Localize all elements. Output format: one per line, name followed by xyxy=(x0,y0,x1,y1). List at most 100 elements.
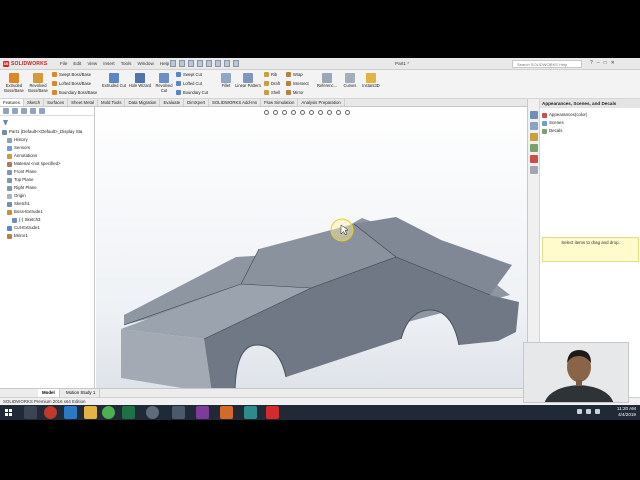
linear-pattern-button[interactable]: Linear Pattern xyxy=(234,73,262,89)
boundary-cut-button[interactable]: Boundary Cut xyxy=(176,89,208,97)
instant3d-button[interactable]: Instant3D xyxy=(358,73,384,89)
solidworks-logo[interactable]: 3S SOLIDWORKS xyxy=(3,60,47,68)
car-body-model[interactable] xyxy=(96,107,527,420)
lofted-cut-button[interactable]: Lofted Cut xyxy=(176,80,202,88)
tab-surfaces[interactable]: Surfaces xyxy=(44,99,69,106)
volume-icon[interactable] xyxy=(586,409,591,414)
solidworks-resources-icon[interactable] xyxy=(530,111,538,119)
task-pane-item[interactable]: Scenes xyxy=(542,119,639,127)
graphics-area[interactable] xyxy=(96,107,527,420)
tab-evaluate[interactable]: Evaluate xyxy=(160,99,185,106)
menu-insert[interactable]: Insert xyxy=(103,61,115,66)
tree-item[interactable]: Right Plane xyxy=(2,184,94,192)
hole-wizard-button[interactable]: Hole Wizard xyxy=(126,73,154,89)
section-view-icon[interactable] xyxy=(291,110,296,115)
tree-item[interactable]: Cut-Extrude1 xyxy=(2,224,94,232)
edit-appearance-icon[interactable] xyxy=(327,110,332,115)
custom-properties-icon[interactable] xyxy=(530,166,538,174)
task-pane-item[interactable]: Decals xyxy=(542,127,639,135)
tab-features[interactable]: Features xyxy=(0,99,24,106)
menu-window[interactable]: Window xyxy=(137,61,153,66)
tab-data-migration[interactable]: Data Migration xyxy=(125,99,161,106)
menu-tools[interactable]: Tools xyxy=(121,61,132,66)
property-manager-icon[interactable] xyxy=(12,108,18,114)
tree-item[interactable]: Boss-Extrude1 xyxy=(2,208,94,216)
view-palette-icon[interactable] xyxy=(530,144,538,152)
solidworks-taskbar-icon[interactable] xyxy=(266,406,279,419)
tree-item[interactable]: Sensors xyxy=(2,144,94,152)
opera-icon[interactable] xyxy=(44,406,57,419)
tree-item[interactable]: Top Plane xyxy=(2,176,94,184)
intersect-button[interactable]: Intersect xyxy=(286,80,309,88)
close-icon[interactable]: ✕ xyxy=(611,60,615,66)
rebuild-icon[interactable] xyxy=(224,60,230,67)
select-icon[interactable] xyxy=(215,60,221,67)
help-icon[interactable]: ? xyxy=(590,60,593,66)
menu-view[interactable]: View xyxy=(87,61,97,66)
display-manager-icon[interactable] xyxy=(39,108,45,114)
hide-show-items-icon[interactable] xyxy=(318,110,323,115)
tree-item[interactable]: (-) Sketch3 xyxy=(2,216,94,224)
tab-analysis-preparation[interactable]: Analysis Preparation xyxy=(298,99,345,106)
swept-cut-button[interactable]: Swept Cut xyxy=(176,71,202,79)
tab-dimxpert[interactable]: DimXpert xyxy=(184,99,210,106)
tab-model[interactable]: Model xyxy=(38,389,60,397)
file-explorer-taskbar-icon[interactable] xyxy=(84,406,97,419)
menu-file[interactable]: File xyxy=(60,61,67,66)
display-style-icon[interactable] xyxy=(309,110,314,115)
zoom-to-fit-icon[interactable] xyxy=(264,110,269,115)
rib-button[interactable]: Rib xyxy=(264,71,277,79)
task-pane-item[interactable]: Appearances(color) xyxy=(542,111,639,119)
onenote-icon[interactable] xyxy=(196,406,209,419)
swept-boss-button[interactable]: Swept Boss/Base xyxy=(52,71,91,79)
boundary-boss-button[interactable]: Boundary Boss/Base xyxy=(52,89,97,97)
dimxpert-manager-icon[interactable] xyxy=(30,108,36,114)
tree-item[interactable]: Front Plane xyxy=(2,168,94,176)
design-library-icon[interactable] xyxy=(530,122,538,130)
app-window-icon[interactable] xyxy=(172,406,185,419)
view-settings-icon[interactable] xyxy=(345,110,350,115)
revolved-boss-button[interactable]: Revolved Boss/Base xyxy=(26,73,50,93)
view-orientation-icon[interactable] xyxy=(300,110,305,115)
tree-item[interactable]: History xyxy=(2,136,94,144)
tab-flow-simulation[interactable]: Flow Simulation xyxy=(261,99,299,106)
excel-icon[interactable] xyxy=(122,406,135,419)
undo-icon[interactable] xyxy=(206,60,212,67)
zoom-to-area-icon[interactable] xyxy=(273,110,278,115)
reference-geometry-button[interactable]: Referenc... xyxy=(314,73,340,89)
tab-motion-study[interactable]: Motion Study 1 xyxy=(62,389,101,397)
tree-item[interactable]: Material <not specified> xyxy=(2,160,94,168)
open-icon[interactable] xyxy=(179,60,185,67)
tree-root[interactable]: Part1 (Default<<Default>_Display Sta xyxy=(2,128,94,136)
tree-item[interactable]: Sketch1 xyxy=(2,200,94,208)
previous-view-icon[interactable] xyxy=(282,110,287,115)
tree-item[interactable]: Mirror1 xyxy=(2,232,94,240)
apply-scene-icon[interactable] xyxy=(336,110,341,115)
tab-solidworks-addins[interactable]: SOLIDWORKS Add-Ins xyxy=(209,99,261,106)
battery-icon[interactable] xyxy=(595,409,600,414)
maximize-icon[interactable]: □ xyxy=(604,60,607,66)
revolved-cut-button[interactable]: Revolved Cut xyxy=(152,73,176,93)
help-search-input[interactable]: Search SOLIDWORKS Help xyxy=(512,60,582,68)
tree-item[interactable]: Origin xyxy=(2,192,94,200)
configuration-manager-icon[interactable] xyxy=(21,108,27,114)
save-icon[interactable] xyxy=(188,60,194,67)
lofted-boss-button[interactable]: Lofted Boss/Base xyxy=(52,80,91,88)
extruded-boss-button[interactable]: Extruded Boss/Base xyxy=(2,73,26,93)
options-icon[interactable] xyxy=(233,60,239,67)
search-taskbar-icon[interactable] xyxy=(24,406,37,419)
wrap-button[interactable]: Wrap xyxy=(286,71,303,79)
mirror-button[interactable]: Mirror xyxy=(286,89,304,97)
tab-mold-tools[interactable]: Mold Tools xyxy=(98,99,126,106)
minimize-icon[interactable]: – xyxy=(597,60,600,66)
tab-sheet-metal[interactable]: Sheet Metal xyxy=(68,99,99,106)
extruded-cut-button[interactable]: Extruded Cut xyxy=(102,73,126,89)
start-button[interactable] xyxy=(3,407,14,418)
photo-app-icon[interactable] xyxy=(244,406,257,419)
feature-tree-icon[interactable] xyxy=(3,108,9,114)
filter-icon[interactable] xyxy=(3,120,8,125)
tree-item[interactable]: Annotations xyxy=(2,152,94,160)
clock[interactable]: 11:20 AM 4/4/2019 xyxy=(617,406,636,418)
network-icon[interactable] xyxy=(577,409,582,414)
tab-sketch[interactable]: Sketch xyxy=(24,99,45,106)
